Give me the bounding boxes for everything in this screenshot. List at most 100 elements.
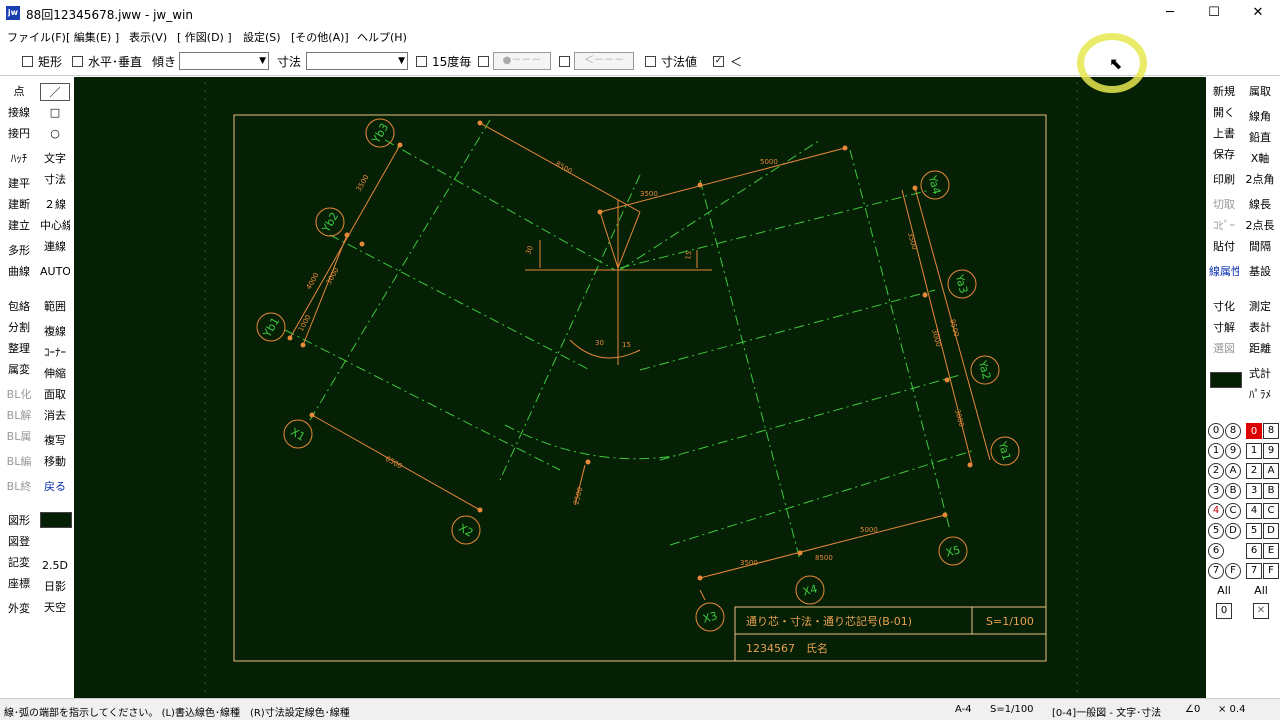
layer-group-7[interactable]: 7 xyxy=(1208,563,1224,579)
layer-group-1[interactable]: 1 xyxy=(1208,443,1224,459)
layer-7[interactable]: 7 xyxy=(1246,563,1262,579)
layer-c[interactable]: C xyxy=(1263,503,1279,519)
tool-section[interactable]: 建断 xyxy=(4,196,34,214)
tool-bl-attr[interactable]: BL属 xyxy=(4,428,34,446)
menu-settings[interactable]: 設定(S) xyxy=(243,29,281,45)
layer-4[interactable]: 4 xyxy=(1246,503,1262,519)
tool-copy[interactable]: 複写 xyxy=(40,432,70,450)
tool-elevation[interactable]: 建立 xyxy=(4,217,34,235)
layer-e[interactable]: E xyxy=(1263,543,1279,559)
tool-stretch[interactable]: 伸縮 xyxy=(40,365,70,383)
tool-bl-end[interactable]: BL終 xyxy=(4,478,34,496)
layer-b[interactable]: B xyxy=(1263,483,1279,499)
tool-print[interactable]: 印刷 xyxy=(1209,171,1239,189)
dim-combo[interactable]: ▼ xyxy=(306,52,408,70)
color-swatch[interactable] xyxy=(40,512,72,528)
layer-group-a[interactable]: A xyxy=(1225,463,1241,479)
tool-double-line[interactable]: ２線 xyxy=(40,196,70,214)
tool-select-figure[interactable]: 選図 xyxy=(1209,340,1239,358)
layer-group-b[interactable]: B xyxy=(1225,483,1241,499)
layer-group-6[interactable]: 6 xyxy=(1208,543,1224,559)
layer-2[interactable]: 2 xyxy=(1246,463,1262,479)
tool-dim-release[interactable]: 寸解 xyxy=(1209,319,1239,337)
layer-group-c[interactable]: C xyxy=(1225,503,1241,519)
tool-line-attr[interactable]: 線属性 xyxy=(1209,263,1239,281)
tool-tangent-circle[interactable]: 接円 xyxy=(4,125,34,143)
layer-group-2[interactable]: 2 xyxy=(1208,463,1224,479)
tool-cut[interactable]: 切取 xyxy=(1209,196,1239,214)
menu-other[interactable]: [その他(A)] xyxy=(291,29,349,45)
minimize-button[interactable]: ─ xyxy=(1148,0,1192,26)
layer-6[interactable]: 6 xyxy=(1246,543,1262,559)
layer-group-f[interactable]: F xyxy=(1225,563,1241,579)
layer-group-3[interactable]: 3 xyxy=(1208,483,1224,499)
rect-checkbox[interactable] xyxy=(22,56,33,67)
status-angle[interactable]: ∠0 xyxy=(1185,704,1200,715)
layer-group-0[interactable]: 0 xyxy=(1208,423,1224,439)
status-layer[interactable]: [0-4]一般図 - 文字･寸法 xyxy=(1052,704,1161,719)
close-button[interactable]: ✕ xyxy=(1236,0,1280,26)
tool-distance[interactable]: 距離 xyxy=(1245,340,1275,358)
tool-line-angle[interactable]: 線角 xyxy=(1245,108,1275,126)
layer-f[interactable]: F xyxy=(1263,563,1279,579)
tool-figure[interactable]: 図形 xyxy=(4,512,34,530)
tool-hatch[interactable]: ﾊｯﾁ xyxy=(4,150,34,168)
layer-d[interactable]: D xyxy=(1263,523,1279,539)
tool-divide[interactable]: 分割 xyxy=(4,319,34,337)
status-paper[interactable]: A-4 xyxy=(955,704,972,715)
tool-text[interactable]: 文字 xyxy=(40,150,70,168)
tilt-combo[interactable]: ▼ xyxy=(179,52,269,70)
menu-edit[interactable]: [ 編集(E) ] xyxy=(66,29,119,45)
layer-group-d[interactable]: D xyxy=(1225,523,1241,539)
tool-open[interactable]: 開く xyxy=(1209,104,1239,122)
layer-group-9[interactable]: 9 xyxy=(1225,443,1241,459)
tool-plan[interactable]: 建平 xyxy=(4,175,34,193)
layer-group-all[interactable]: All xyxy=(1209,582,1239,600)
status-zoom[interactable]: × 0.4 xyxy=(1218,704,1245,715)
tool-tangent[interactable]: 接線 xyxy=(4,104,34,122)
tool-2pt-angle[interactable]: 2点角 xyxy=(1245,171,1275,189)
tool-auto[interactable]: AUTO xyxy=(40,263,70,281)
tool-paste[interactable]: 貼付 xyxy=(1209,238,1239,256)
tool-line[interactable]: ／ xyxy=(40,83,70,101)
tool-offset[interactable]: 複線 xyxy=(40,323,70,341)
layer-group-zero[interactable]: 0 xyxy=(1216,603,1232,619)
tool-bl-release[interactable]: BL解 xyxy=(4,407,34,425)
layer-all[interactable]: All xyxy=(1246,582,1276,600)
tool-attr-change[interactable]: 属変 xyxy=(4,361,34,379)
tool-range[interactable]: 範囲 xyxy=(40,298,70,316)
tool-overwrite[interactable]: 上書 xyxy=(1209,125,1239,143)
tool-measure[interactable]: 測定 xyxy=(1245,298,1275,316)
tool-arrange[interactable]: 整理 xyxy=(4,340,34,358)
tool-dimension[interactable]: 寸法 xyxy=(40,171,70,189)
maximize-button[interactable]: ☐ xyxy=(1192,0,1236,26)
menu-help[interactable]: ヘルプ(H) xyxy=(357,29,407,45)
tool-coord[interactable]: 座標 xyxy=(4,575,34,593)
layer-a[interactable]: A xyxy=(1263,463,1279,479)
dimval-checkbox[interactable] xyxy=(645,56,656,67)
tool-undo[interactable]: 戻る xyxy=(40,478,70,496)
tool-attr-get[interactable]: 属取 xyxy=(1245,83,1275,101)
tool-base-set[interactable]: 基設 xyxy=(1245,263,1275,281)
tool-copy-clip[interactable]: ｺﾋﾟｰ xyxy=(1209,217,1239,235)
tool-curve[interactable]: 曲線 xyxy=(4,263,34,281)
tool-circle[interactable]: ○ xyxy=(40,125,70,143)
layer-8[interactable]: 8 xyxy=(1263,423,1279,439)
status-scale[interactable]: S=1/100 xyxy=(990,704,1034,715)
tool-save[interactable]: 保存 xyxy=(1209,146,1239,164)
hv-checkbox[interactable] xyxy=(72,56,83,67)
layer-9[interactable]: 9 xyxy=(1263,443,1279,459)
tool-bl-make[interactable]: BL化 xyxy=(4,386,34,404)
tool-envelope[interactable]: 包絡 xyxy=(4,298,34,316)
tool-figure-register[interactable]: 図登 xyxy=(4,533,34,551)
layer-group-4[interactable]: 4 xyxy=(1208,503,1224,519)
tool-external[interactable]: 外変 xyxy=(4,600,34,618)
layer-1[interactable]: 1 xyxy=(1246,443,1262,459)
dot-line-box[interactable]: ●－－－ xyxy=(493,52,551,70)
layer-group-8[interactable]: 8 xyxy=(1225,423,1241,439)
tool-erase[interactable]: 消去 xyxy=(40,407,70,425)
deg15-checkbox[interactable] xyxy=(416,56,427,67)
arrow-checkbox[interactable] xyxy=(559,56,570,67)
arrow-line-box[interactable]: ＜－－－ xyxy=(574,52,634,70)
tool-point[interactable]: 点 xyxy=(4,83,34,101)
